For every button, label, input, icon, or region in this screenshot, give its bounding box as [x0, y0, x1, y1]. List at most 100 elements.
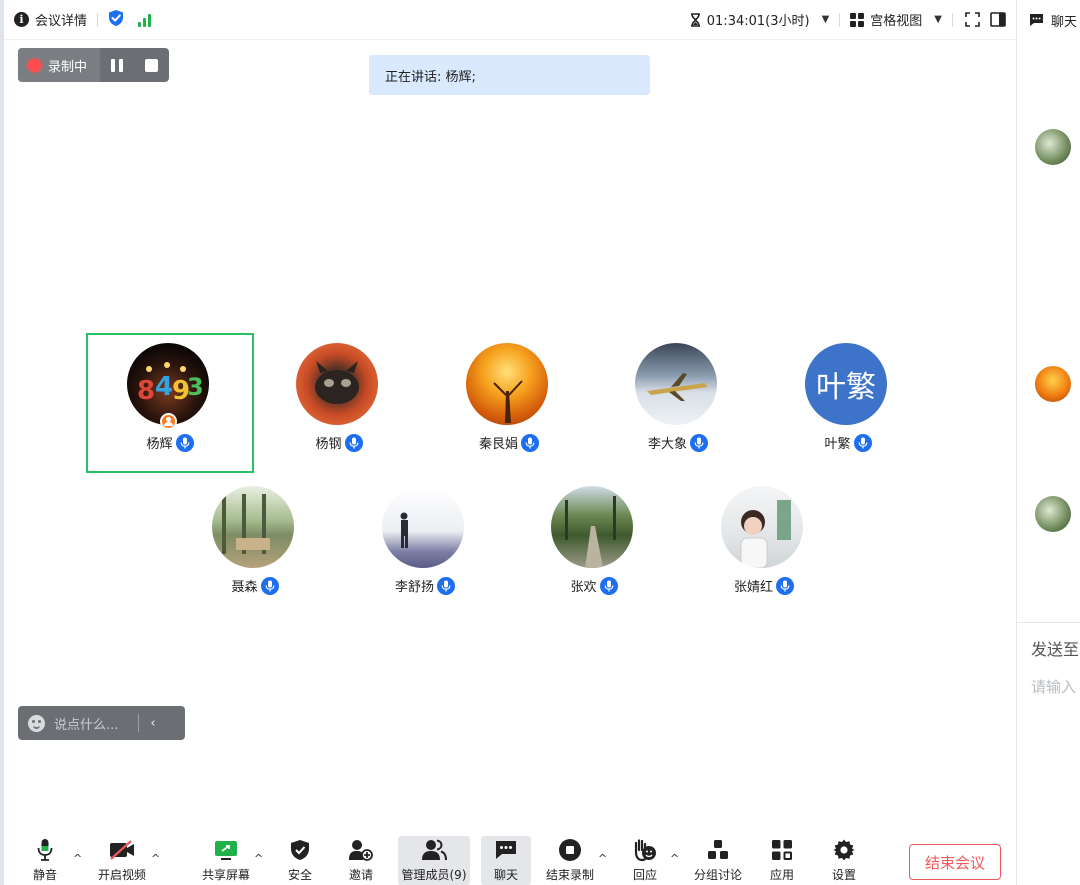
share-screen-button[interactable]: 共享屏幕	[198, 836, 254, 885]
mic-icon	[175, 433, 194, 452]
chat-sender-avatar	[1035, 366, 1071, 402]
invite-button[interactable]: 邀请	[344, 836, 378, 885]
mic-icon	[599, 576, 618, 595]
apps-label: 应用	[769, 868, 794, 882]
mic-icon	[344, 433, 363, 452]
grid-icon	[850, 12, 865, 27]
shield-icon	[290, 836, 310, 864]
chevron-up-icon[interactable]: ^	[670, 852, 679, 865]
signal-icon[interactable]	[138, 13, 152, 27]
manage-members-label: 管理成员(9)	[401, 868, 467, 882]
timer-label: 01:34:01(3小时)	[706, 14, 810, 29]
quick-chat-input[interactable]: 说点什么...	[54, 714, 118, 733]
participant-tile[interactable]: 张欢	[510, 476, 678, 616]
speaking-indicator: 正在讲话: 杨辉;	[369, 55, 650, 95]
participant-avatar	[212, 486, 294, 568]
chat-panel-title: 聊天	[1051, 14, 1078, 30]
recording-control: 录制中	[18, 48, 169, 82]
stop-recording-label: 结束录制	[545, 868, 594, 882]
participant-name: 李舒扬	[394, 580, 434, 595]
react-button[interactable]: 回应	[628, 836, 662, 885]
participant-tile[interactable]: 秦艮娟	[425, 333, 593, 473]
manage-members-button[interactable]: 管理成员(9)	[398, 836, 470, 885]
stop-recording-button[interactable]	[134, 48, 168, 82]
chevron-left-icon[interactable]: ‹	[150, 716, 155, 731]
chat-button[interactable]: 聊天	[481, 836, 531, 885]
participant-name-row: 张婧红	[680, 576, 848, 595]
start-video-label: 开启视频	[97, 868, 146, 882]
participant-name-row: 李舒扬	[341, 576, 509, 595]
chevron-up-icon[interactable]: ^	[598, 852, 607, 865]
security-button[interactable]: 安全	[284, 836, 316, 885]
participant-tile[interactable]: 8493 杨辉	[86, 333, 254, 473]
chevron-up-icon[interactable]: ^	[254, 852, 263, 865]
participant-name: 杨钢	[315, 437, 342, 452]
sidebar-toggle-icon[interactable]	[990, 12, 1006, 27]
participant-name: 张欢	[570, 580, 597, 595]
svg-text:4: 4	[155, 372, 173, 402]
participant-avatar	[551, 486, 633, 568]
send-to-selector[interactable]: 发送至	[1031, 636, 1079, 660]
participant-name: 秦艮娟	[478, 437, 518, 452]
participant-name: 李大象	[647, 437, 687, 452]
chat-bubble-icon	[495, 836, 517, 864]
breakout-rooms-button[interactable]: 分组讨论	[692, 836, 744, 885]
chevron-down-icon: ▼	[821, 14, 830, 25]
settings-label: 设置	[831, 868, 856, 882]
participant-name-row: 李大象	[594, 433, 762, 452]
quick-chat-bar: 说点什么... ‹	[18, 706, 185, 740]
participant-name-row: 秦艮娟	[425, 433, 593, 452]
share-screen-icon	[213, 836, 239, 864]
fullscreen-icon[interactable]	[965, 12, 980, 27]
emoji-icon[interactable]	[28, 714, 45, 732]
chat-panel-header: 聊天	[1017, 0, 1080, 40]
stop-recording-toolbar-button[interactable]: 结束录制	[544, 836, 596, 885]
participant-tile[interactable]: 杨钢	[255, 333, 423, 473]
participant-name-row: 杨钢	[255, 433, 423, 452]
settings-button[interactable]: 设置	[828, 836, 860, 885]
participant-avatar	[296, 343, 378, 425]
participant-tile[interactable]: 李大象	[594, 333, 762, 473]
shield-icon[interactable]	[108, 9, 124, 31]
chat-sender-avatar	[1035, 129, 1071, 165]
timer-button[interactable]: 01:34:01(3小时) ▼	[690, 0, 830, 40]
add-user-icon	[348, 836, 374, 864]
participant-tile[interactable]: 李舒扬	[341, 476, 509, 616]
svg-text:3: 3	[187, 373, 204, 401]
divider	[839, 12, 841, 27]
chevron-up-icon[interactable]: ^	[73, 852, 82, 865]
security-label: 安全	[287, 868, 312, 882]
meeting-details-button[interactable]: i 会议详情	[14, 0, 87, 40]
stop-icon	[144, 58, 158, 72]
participant-avatar	[382, 486, 464, 568]
participant-tile[interactable]: 聂森	[171, 476, 339, 616]
participant-tile[interactable]: 叶繁 叶繁	[764, 333, 932, 473]
mute-button[interactable]: 静音	[28, 836, 62, 885]
mic-icon	[776, 576, 794, 595]
participant-tile[interactable]: 张婧红	[680, 476, 848, 616]
react-label: 回应	[632, 868, 657, 882]
video-off-icon	[108, 836, 136, 864]
bottom-toolbar: 静音 ^ 开启视频 ^ 共享屏幕 ^ 安全 邀请 管理成员(9) 聊天 结束录制…	[4, 830, 1016, 885]
participant-avatar	[721, 486, 803, 568]
apps-button[interactable]: 应用	[766, 836, 798, 885]
chat-sender-avatar	[1035, 496, 1071, 532]
invite-label: 邀请	[348, 868, 373, 882]
participant-avatar	[635, 343, 717, 425]
share-screen-label: 共享屏幕	[201, 868, 250, 882]
chevron-up-icon[interactable]: ^	[151, 852, 160, 865]
view-mode-button[interactable]: 宫格视图 ▼	[850, 0, 942, 40]
recording-label: 录制中	[48, 59, 88, 75]
participant-name-row: 叶繁	[764, 433, 932, 452]
start-video-button[interactable]: 开启视频	[94, 836, 150, 885]
divider	[138, 714, 140, 732]
end-meeting-button[interactable]: 结束会议	[909, 844, 1001, 880]
gear-icon	[833, 836, 855, 864]
mic-icon	[853, 433, 872, 452]
chat-label: 聊天	[493, 868, 518, 882]
divider	[1017, 622, 1080, 623]
stop-record-icon	[558, 836, 582, 864]
chat-message-input[interactable]: 请输入	[1031, 676, 1076, 697]
pause-recording-button[interactable]	[100, 48, 134, 82]
chevron-down-icon: ▼	[934, 14, 942, 25]
